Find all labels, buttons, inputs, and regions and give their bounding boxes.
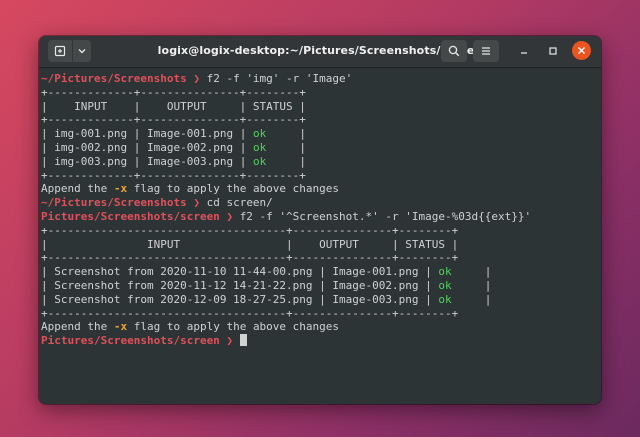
row-status: ok xyxy=(438,265,452,279)
prompt-path: Pictures/Screenshots/screen xyxy=(41,334,220,348)
command-line[interactable]: Pictures/Screenshots/screen ❯ xyxy=(41,334,599,348)
table-header: | INPUT | OUTPUT | STATUS | xyxy=(41,99,306,113)
row-input: img-003.png xyxy=(54,154,128,168)
maximize-icon xyxy=(549,47,557,55)
command-line: ~/Pictures/Screenshots ❯ cd screen/ xyxy=(41,196,599,210)
command-line: ~/Pictures/Screenshots ❯ f2 -f 'img' -r … xyxy=(41,72,599,86)
row-output: Image-002.png xyxy=(332,278,419,292)
row-input: img-002.png xyxy=(54,140,128,154)
command-text: f2 -f '^Screenshot.*' -r 'Image-%03d{{ex… xyxy=(239,209,532,223)
hamburger-menu-icon xyxy=(482,47,490,55)
prompt-symbol: ❯ xyxy=(219,334,240,348)
info-text: Append the xyxy=(41,320,114,334)
prompt-symbol: ❯ xyxy=(186,196,207,210)
table-row: | Screenshot from 2020-11-12 14-21-22.pn… xyxy=(41,278,492,292)
terminal-output[interactable]: ~/Pictures/Screenshots ❯ f2 -f 'img' -r … xyxy=(39,68,601,404)
menu-button[interactable] xyxy=(473,40,499,62)
table-row: | img-001.png | Image-001.png | ok | xyxy=(41,127,306,141)
command-text: cd screen/ xyxy=(206,196,273,210)
flag-text: -x xyxy=(113,320,128,334)
command-line: Pictures/Screenshots/screen ❯ f2 -f '^Sc… xyxy=(41,210,599,224)
prompt-path: ~/Pictures/Screenshots xyxy=(41,196,187,210)
table-border: +------------------------------------+--… xyxy=(41,251,459,265)
close-button[interactable] xyxy=(572,41,591,60)
maximize-button[interactable] xyxy=(544,42,562,60)
command-text: f2 -f 'img' -r 'Image' xyxy=(206,72,353,85)
row-status: ok xyxy=(438,278,452,292)
search-icon xyxy=(448,45,460,57)
info-text: flag to apply the above changes xyxy=(127,320,340,334)
search-button[interactable] xyxy=(441,40,467,62)
minimize-button[interactable] xyxy=(515,42,533,60)
row-output: Image-003.png xyxy=(146,154,234,168)
info-message: Append the -x flag to apply the above ch… xyxy=(41,320,599,334)
row-input: img-001.png xyxy=(54,127,128,141)
close-icon xyxy=(578,47,585,54)
row-output: Image-002.png xyxy=(146,140,234,154)
row-status: ok xyxy=(252,140,267,154)
row-status: ok xyxy=(252,127,267,141)
table-row: | img-002.png | Image-002.png | ok | xyxy=(41,140,306,154)
table-border: +------------------------------------+--… xyxy=(41,223,459,237)
table-row: | Screenshot from 2020-11-10 11-44-00.pn… xyxy=(41,265,492,279)
row-status: ok xyxy=(252,154,267,168)
row-output: Image-003.png xyxy=(332,292,419,306)
row-status: ok xyxy=(438,292,452,306)
info-text: Append the xyxy=(41,182,114,196)
table-row: | Screenshot from 2020-12-09 18-27-25.pn… xyxy=(41,292,492,306)
row-output: Image-001.png xyxy=(146,127,234,141)
table-border: +-------------+---------------+--------+ xyxy=(41,85,306,99)
table-header: | INPUT | OUTPUT | STATUS | xyxy=(41,237,459,251)
title-bar: logix@logix-desktop:~/Pictures/Screensho… xyxy=(39,36,601,68)
flag-text: -x xyxy=(113,182,128,196)
info-text: flag to apply the above changes xyxy=(127,182,340,196)
row-input: Screenshot from 2020-11-10 11-44-00.png xyxy=(54,265,313,279)
minimize-icon xyxy=(521,52,527,54)
row-output: Image-001.png xyxy=(332,265,419,279)
prompt-path: ~/Pictures/Screenshots xyxy=(41,72,187,85)
text-cursor xyxy=(239,334,247,347)
info-message: Append the -x flag to apply the above ch… xyxy=(41,182,599,196)
table-border: +------------------------------------+--… xyxy=(41,306,459,320)
row-input: Screenshot from 2020-12-09 18-27-25.png xyxy=(54,292,313,306)
terminal-window: logix@logix-desktop:~/Pictures/Screensho… xyxy=(39,36,601,404)
row-input: Screenshot from 2020-11-12 14-21-22.png xyxy=(54,278,313,292)
table-row: | img-003.png | Image-003.png | ok | xyxy=(41,154,306,168)
table-border: +-------------+---------------+--------+ xyxy=(41,168,306,182)
table-border: +-------------+---------------+--------+ xyxy=(41,113,306,127)
prompt-symbol: ❯ xyxy=(219,209,240,223)
prompt-symbol: ❯ xyxy=(186,72,207,85)
prompt-path: Pictures/Screenshots/screen xyxy=(41,209,220,223)
